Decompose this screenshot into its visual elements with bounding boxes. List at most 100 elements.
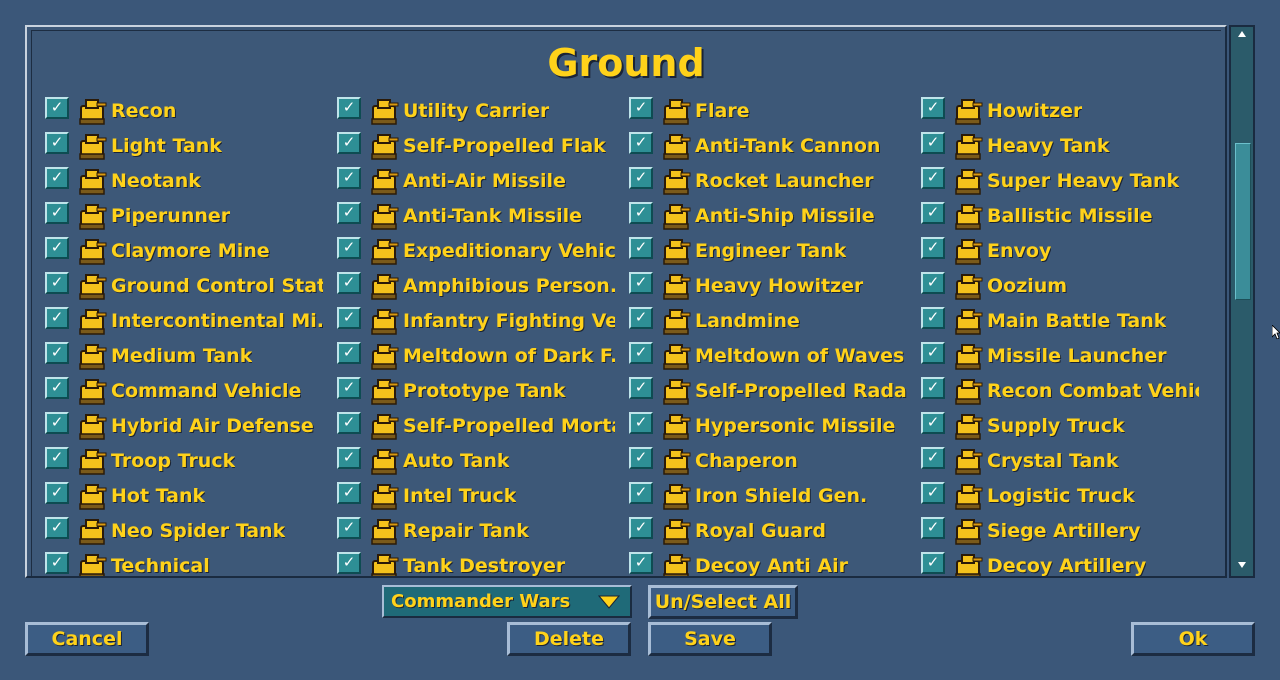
- unit-checkbox[interactable]: ✓: [629, 481, 653, 504]
- unit-checkbox[interactable]: ✓: [45, 166, 69, 189]
- unit-checkbox[interactable]: ✓: [629, 516, 653, 539]
- unit-checkbox[interactable]: ✓: [337, 271, 361, 294]
- scroll-thumb[interactable]: [1235, 143, 1251, 300]
- ok-button[interactable]: Ok: [1131, 622, 1255, 656]
- triangle-up-icon: [1238, 31, 1246, 37]
- unit-list-item: ✓ Intercontinental Mi...: [45, 303, 337, 338]
- unit-label: Iron Shield Gen.: [695, 484, 868, 507]
- unit-checkbox[interactable]: ✓: [921, 236, 945, 259]
- unit-checkbox[interactable]: ✓: [921, 341, 945, 364]
- unit-sprite-icon: [79, 98, 107, 125]
- unit-checkbox[interactable]: ✓: [921, 271, 945, 294]
- unit-checkbox[interactable]: ✓: [337, 341, 361, 364]
- unit-checkbox[interactable]: ✓: [921, 446, 945, 469]
- unit-sprite-icon: [371, 483, 399, 510]
- unit-checkbox[interactable]: ✓: [45, 236, 69, 259]
- unit-label: Landmine: [695, 309, 800, 332]
- unit-checkbox[interactable]: ✓: [629, 411, 653, 434]
- unit-checkbox[interactable]: ✓: [921, 166, 945, 189]
- unit-checkbox[interactable]: ✓: [337, 236, 361, 259]
- scroll-up-button[interactable]: [1231, 27, 1253, 45]
- unit-checkbox[interactable]: ✓: [921, 481, 945, 504]
- unit-checkbox[interactable]: ✓: [337, 131, 361, 154]
- scroll-down-button[interactable]: [1231, 558, 1253, 576]
- unit-checkbox[interactable]: ✓: [45, 516, 69, 539]
- unit-checkbox[interactable]: ✓: [921, 516, 945, 539]
- cancel-button[interactable]: Cancel: [25, 622, 149, 656]
- unit-checkbox[interactable]: ✓: [629, 376, 653, 399]
- unit-checkbox[interactable]: ✓: [45, 271, 69, 294]
- unit-sprite-icon: [79, 518, 107, 545]
- unit-sprite-icon: [955, 168, 983, 195]
- unit-list-item: ✓ Self-Propelled Mortar: [337, 408, 629, 443]
- unit-label: Command Vehicle: [111, 379, 302, 402]
- unit-sprite-icon: [955, 238, 983, 265]
- unit-sprite-icon: [663, 483, 691, 510]
- unit-checkbox[interactable]: ✓: [45, 201, 69, 224]
- unit-checkbox[interactable]: ✓: [921, 411, 945, 434]
- unit-list-item: ✓ Super Heavy Tank: [921, 163, 1213, 198]
- unit-checkbox[interactable]: ✓: [337, 166, 361, 189]
- unit-checkbox[interactable]: ✓: [337, 201, 361, 224]
- unit-set-dropdown[interactable]: Commander Wars: [382, 585, 632, 618]
- unit-checkbox[interactable]: ✓: [921, 96, 945, 119]
- unit-checkbox[interactable]: ✓: [45, 411, 69, 434]
- unit-label: Amphibious Person...: [403, 274, 615, 297]
- unit-checkbox[interactable]: ✓: [629, 341, 653, 364]
- unit-checkbox[interactable]: ✓: [921, 306, 945, 329]
- unit-checkbox[interactable]: ✓: [921, 131, 945, 154]
- unit-list-item: ✓ Meltdown of Dark F...: [337, 338, 629, 373]
- save-button[interactable]: Save: [648, 622, 772, 656]
- unit-checkbox[interactable]: ✓: [629, 201, 653, 224]
- unit-checkbox[interactable]: ✓: [337, 551, 361, 574]
- unit-checkbox[interactable]: ✓: [337, 446, 361, 469]
- unit-checkbox[interactable]: ✓: [45, 341, 69, 364]
- unit-checkbox[interactable]: ✓: [45, 551, 69, 574]
- unit-sprite-icon: [663, 378, 691, 405]
- unit-checkbox[interactable]: ✓: [629, 446, 653, 469]
- unit-checkbox[interactable]: ✓: [337, 516, 361, 539]
- chevron-down-icon: [598, 595, 620, 609]
- unit-checkbox[interactable]: ✓: [45, 376, 69, 399]
- unit-sprite-icon: [663, 343, 691, 370]
- vertical-scrollbar[interactable]: [1229, 25, 1255, 578]
- unit-checkbox[interactable]: ✓: [45, 481, 69, 504]
- unit-checkbox[interactable]: ✓: [629, 166, 653, 189]
- unit-checkbox[interactable]: ✓: [921, 201, 945, 224]
- unit-label: Tank Destroyer: [403, 554, 566, 577]
- unit-checkbox[interactable]: ✓: [629, 96, 653, 119]
- unit-label: Envoy: [987, 239, 1052, 262]
- unit-checkbox[interactable]: ✓: [629, 306, 653, 329]
- unit-list-item: ✓ Crystal Tank: [921, 443, 1213, 478]
- unit-checkbox[interactable]: ✓: [45, 96, 69, 119]
- unit-label: Anti-Ship Missile: [695, 204, 875, 227]
- unit-list-item: ✓ Chaperon: [629, 443, 921, 478]
- unselect-all-button[interactable]: Un/Select All: [648, 585, 798, 619]
- unit-checkbox[interactable]: ✓: [337, 481, 361, 504]
- unit-sprite-icon: [79, 168, 107, 195]
- unit-sprite-icon: [79, 273, 107, 300]
- unit-checkbox[interactable]: ✓: [629, 236, 653, 259]
- unit-checkbox[interactable]: ✓: [629, 131, 653, 154]
- unit-sprite-icon: [371, 553, 399, 576]
- unit-checkbox[interactable]: ✓: [629, 551, 653, 574]
- unit-sprite-icon: [371, 273, 399, 300]
- delete-button[interactable]: Delete: [507, 622, 631, 656]
- unit-checkbox[interactable]: ✓: [337, 96, 361, 119]
- unit-sprite-icon: [663, 168, 691, 195]
- unit-sprite-icon: [663, 203, 691, 230]
- unit-checkbox[interactable]: ✓: [45, 446, 69, 469]
- unit-list-item: ✓ Anti-Tank Missile: [337, 198, 629, 233]
- unit-checkbox[interactable]: ✓: [629, 271, 653, 294]
- unit-checkbox[interactable]: ✓: [921, 376, 945, 399]
- unit-sprite-icon: [371, 413, 399, 440]
- unit-list-item: ✓ Amphibious Person...: [337, 268, 629, 303]
- unit-checkbox[interactable]: ✓: [45, 306, 69, 329]
- unit-checkbox[interactable]: ✓: [921, 551, 945, 574]
- unit-list-item: ✓ Meltdown of Waves: [629, 338, 921, 373]
- unit-checkbox[interactable]: ✓: [337, 306, 361, 329]
- unit-list-item: ✓ Landmine: [629, 303, 921, 338]
- unit-checkbox[interactable]: ✓: [337, 376, 361, 399]
- unit-checkbox[interactable]: ✓: [45, 131, 69, 154]
- unit-checkbox[interactable]: ✓: [337, 411, 361, 434]
